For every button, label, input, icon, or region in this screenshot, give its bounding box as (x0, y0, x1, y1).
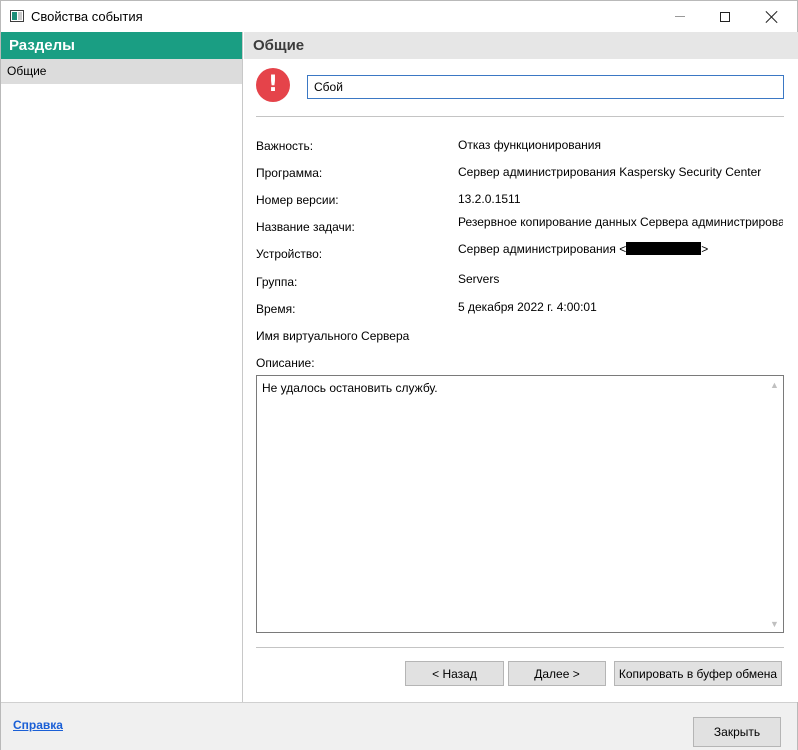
divider (256, 116, 784, 117)
sections-sidebar: Разделы Общие (1, 32, 243, 702)
scroll-down-icon[interactable]: ▼ (766, 615, 783, 632)
virtual-server-label: Имя виртуального Сервера (256, 329, 410, 343)
minimize-button[interactable] (657, 1, 703, 32)
title-bar: Свойства события (1, 1, 797, 32)
sidebar-header: Разделы (1, 32, 242, 59)
back-button[interactable]: < Назад (405, 661, 504, 686)
device-value-prefix: Сервер администрирования < (458, 242, 627, 256)
device-label: Устройство: (256, 247, 323, 261)
event-properties-window: Свойства события Разделы Общие Общие ! В… (0, 0, 798, 750)
window-title: Свойства события (31, 9, 143, 24)
severity-value: Отказ функционирования (458, 138, 602, 152)
description-scrollbar[interactable]: ▲ ▼ (766, 376, 783, 632)
version-label: Номер версии: (256, 193, 339, 207)
help-link[interactable]: Справка (13, 718, 63, 732)
main-panel: Общие ! Важность: Отказ функционирования… (244, 32, 798, 702)
close-button[interactable]: Закрыть (693, 717, 781, 747)
severity-label: Важность: (256, 139, 314, 153)
close-window-button[interactable] (749, 1, 795, 32)
time-label: Время: (256, 302, 296, 316)
redacted-block (626, 242, 702, 255)
event-name-field[interactable] (307, 75, 784, 99)
app-icon (10, 10, 24, 22)
close-icon (766, 11, 778, 23)
description-label: Описание: (256, 356, 315, 370)
task-name-label: Название задачи: (256, 220, 355, 234)
section-title: Общие (244, 32, 798, 59)
maximize-button[interactable] (702, 1, 748, 32)
time-value: 5 декабря 2022 г. 4:00:01 (458, 300, 597, 314)
program-value: Сервер администрирования Kaspersky Secur… (458, 165, 762, 179)
version-value: 13.2.0.1511 (458, 192, 521, 206)
device-value-suffix: > (701, 242, 709, 256)
divider (256, 647, 784, 648)
device-value: Сервер администрирования < > (458, 242, 708, 256)
next-button[interactable]: Далее > (508, 661, 606, 686)
error-exclamation-icon: ! (256, 68, 290, 102)
sidebar-item-general[interactable]: Общие (1, 59, 242, 84)
program-label: Программа: (256, 166, 323, 180)
group-label: Группа: (256, 275, 298, 289)
description-text: Не удалось остановить службу. (262, 381, 438, 395)
group-value: Servers (458, 272, 500, 286)
minimize-icon (675, 16, 685, 17)
footer: Справка Закрыть (1, 702, 797, 750)
task-name-value: Резервное копирование данных Сервера адм… (458, 215, 783, 229)
scroll-up-icon[interactable]: ▲ (766, 376, 783, 393)
description-textbox[interactable]: Не удалось остановить службу. ▲ ▼ (256, 375, 784, 633)
copy-to-clipboard-button[interactable]: Копировать в буфер обмена (614, 661, 782, 686)
maximize-icon (720, 11, 730, 22)
